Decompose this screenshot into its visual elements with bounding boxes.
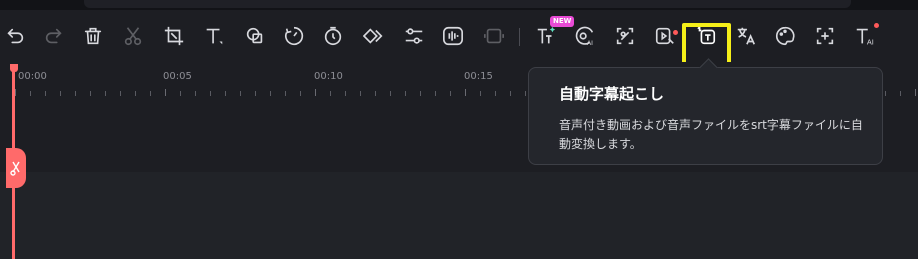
timer-button[interactable] (318, 21, 348, 51)
scissors-icon (10, 161, 20, 176)
ruler-major-tick (315, 89, 316, 96)
ai-palette-icon: AI (575, 26, 593, 47)
ruler-tick (900, 91, 901, 96)
ruler-tick (450, 91, 451, 96)
ruler-tick (60, 91, 61, 96)
tooltip-description: 音声付き動画および音声ファイルをsrt字幕ファイルに自動変換します。 (559, 118, 863, 151)
speed-button[interactable] (279, 21, 309, 51)
timeline-toolbar: NEW AI AI (0, 10, 918, 70)
ruler-tick (375, 91, 376, 96)
ai-crop-button[interactable] (810, 21, 840, 51)
ruler-tick (510, 91, 511, 96)
ruler-tick (495, 91, 496, 96)
time-label: 00:10 (314, 71, 343, 82)
undo-icon (7, 28, 24, 44)
ruler-tick (435, 91, 436, 96)
ruler-tick (90, 91, 91, 96)
ruler-tick (75, 91, 76, 96)
ruler-tick (270, 91, 271, 96)
sparkle-text-icon (537, 26, 556, 44)
ruler-tick (360, 91, 361, 96)
time-label: 00:05 (163, 71, 192, 82)
ai-image-button[interactable] (610, 21, 640, 51)
ruler-tick (480, 91, 481, 96)
shape-icon (246, 27, 263, 44)
window-top-strip (0, 0, 918, 10)
ruler-tick (180, 91, 181, 96)
ai-text-icon: AI (856, 28, 874, 46)
playhead-scissor-handle[interactable] (6, 148, 26, 188)
sliders-icon (405, 28, 423, 44)
shape-button[interactable] (240, 21, 270, 51)
ruler-tick (45, 91, 46, 96)
crop-icon (164, 26, 184, 46)
ruler-tick (285, 91, 286, 96)
audio-button[interactable] (438, 21, 468, 51)
ruler-tick (240, 91, 241, 96)
ruler-major-tick (15, 89, 16, 96)
redo-icon (45, 28, 62, 44)
ruler-major-tick (465, 89, 466, 96)
tooltip: 自動字幕起こし 音声付き動画および音声ファイルをsrt字幕ファイルに自動変換しま… (528, 58, 883, 165)
ruler-tick (885, 91, 886, 96)
speed-icon (285, 26, 304, 46)
ai-color-button[interactable]: AI (570, 21, 600, 51)
top-panel-edge (84, 0, 851, 8)
svg-text:AI: AI (867, 37, 874, 46)
redo-button[interactable] (39, 21, 69, 51)
ruler-tick (420, 91, 421, 96)
ai-frame-icon (816, 27, 834, 45)
ruler-tick (195, 91, 196, 96)
ruler-tick (135, 91, 136, 96)
ai-color-palette-icon (776, 26, 795, 46)
ai-video-button[interactable] (650, 21, 680, 51)
ruler-tick (105, 91, 106, 96)
undo-button[interactable] (0, 21, 30, 51)
video-track[interactable] (0, 172, 918, 259)
text-button[interactable] (199, 21, 229, 51)
waveform-icon (443, 26, 463, 46)
translate-icon (737, 27, 756, 45)
ruler-tick (525, 91, 526, 96)
cut-button[interactable] (118, 21, 148, 51)
ruler-tick (150, 91, 151, 96)
freeze-frame-icon (484, 28, 504, 44)
time-label: 00:00 (18, 71, 47, 82)
ruler-tick (405, 91, 406, 96)
ai-video-icon (655, 27, 674, 45)
ruler-tick (225, 91, 226, 96)
ruler-tick (30, 91, 31, 96)
ruler-tick (120, 91, 121, 96)
ai-video-notification-dot (673, 30, 678, 35)
keyframe-button[interactable] (359, 21, 389, 51)
toolbar-separator (519, 28, 520, 46)
delete-button[interactable] (78, 21, 108, 51)
ruler-tick (255, 91, 256, 96)
ruler-major-tick (165, 89, 166, 96)
translate-button[interactable] (731, 21, 761, 51)
text-icon (206, 28, 223, 45)
trash-icon (84, 27, 102, 45)
freeze-button[interactable] (479, 21, 509, 51)
ruler-tick (390, 91, 391, 96)
scissors-icon (124, 27, 142, 46)
ruler-tick (300, 91, 301, 96)
tooltip-title: 自動字幕起こし (559, 85, 665, 103)
ai-text-notification-dot (874, 23, 879, 28)
svg-text:AI: AI (587, 40, 593, 47)
stopwatch-icon (324, 26, 342, 46)
playhead-marker[interactable] (10, 64, 18, 72)
ruler-tick (330, 91, 331, 96)
ai-palette-button[interactable] (770, 21, 800, 51)
adjust-button[interactable] (399, 21, 429, 51)
crop-button[interactable] (159, 21, 189, 51)
ruler-major-tick (915, 89, 916, 96)
ruler-tick (210, 91, 211, 96)
keyframe-icon (363, 28, 383, 44)
ai-image-icon (616, 27, 634, 45)
ruler-tick (345, 91, 346, 96)
time-label: 00:15 (464, 71, 493, 82)
